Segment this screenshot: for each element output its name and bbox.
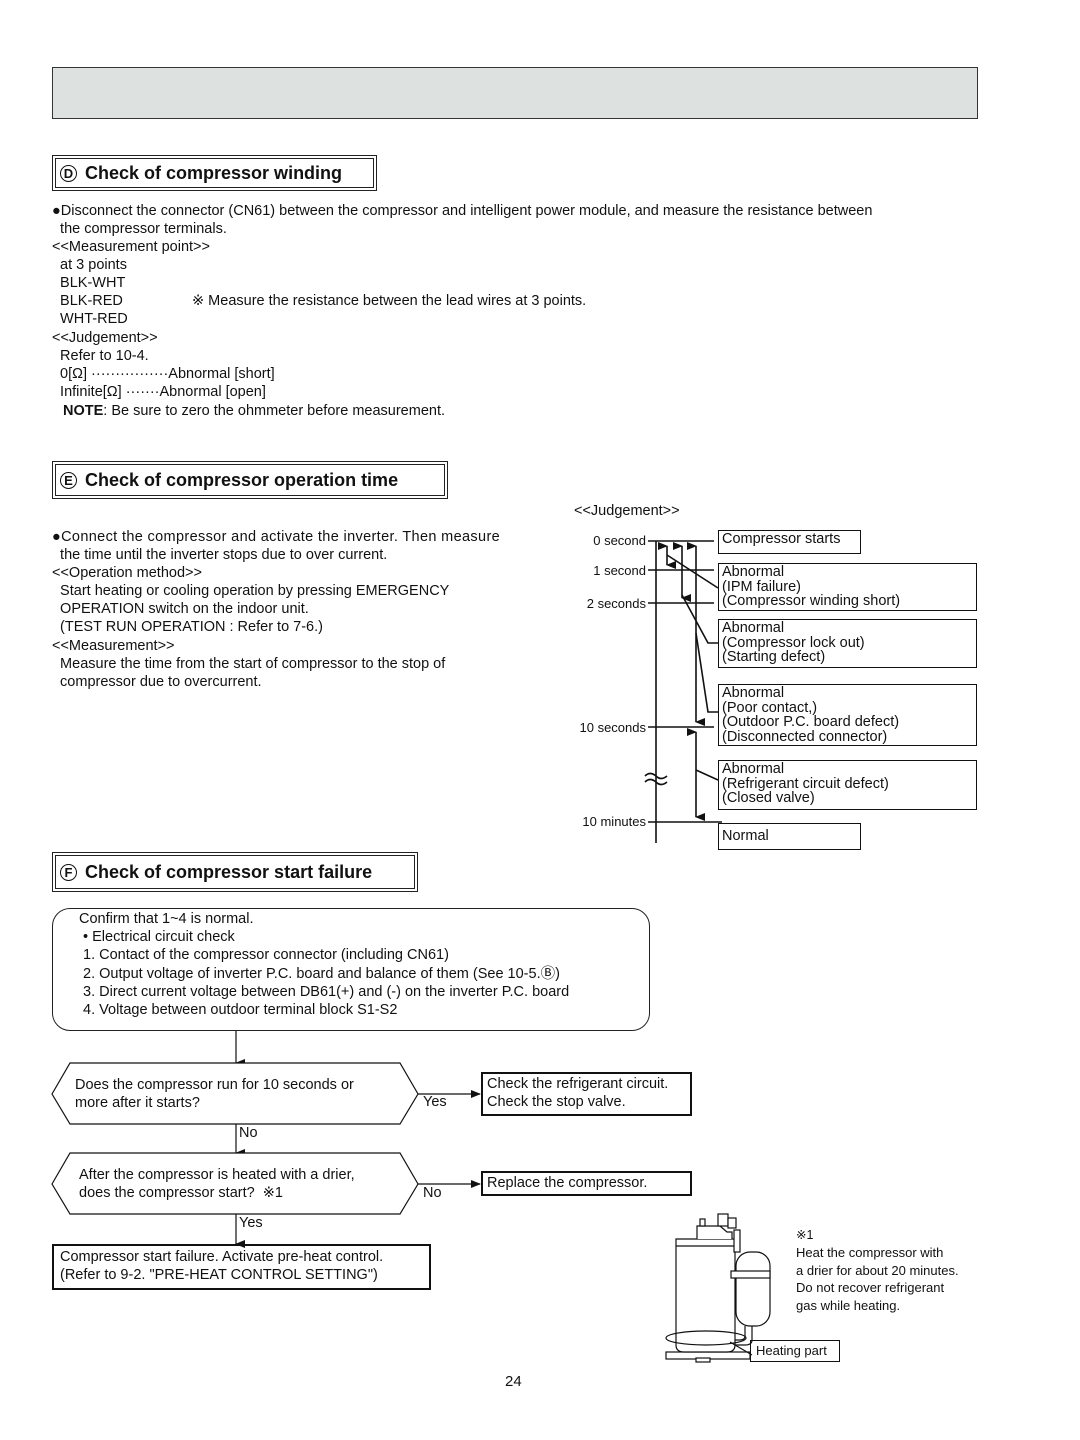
page-number: 24 xyxy=(505,1373,522,1390)
footnote-mark: ※1 xyxy=(796,1228,814,1242)
heating-part-label: Heating part xyxy=(750,1340,840,1362)
compressor-illustration-icon xyxy=(665,1213,771,1363)
footnote-text: Heat the compressor with a drier for abo… xyxy=(796,1245,959,1313)
